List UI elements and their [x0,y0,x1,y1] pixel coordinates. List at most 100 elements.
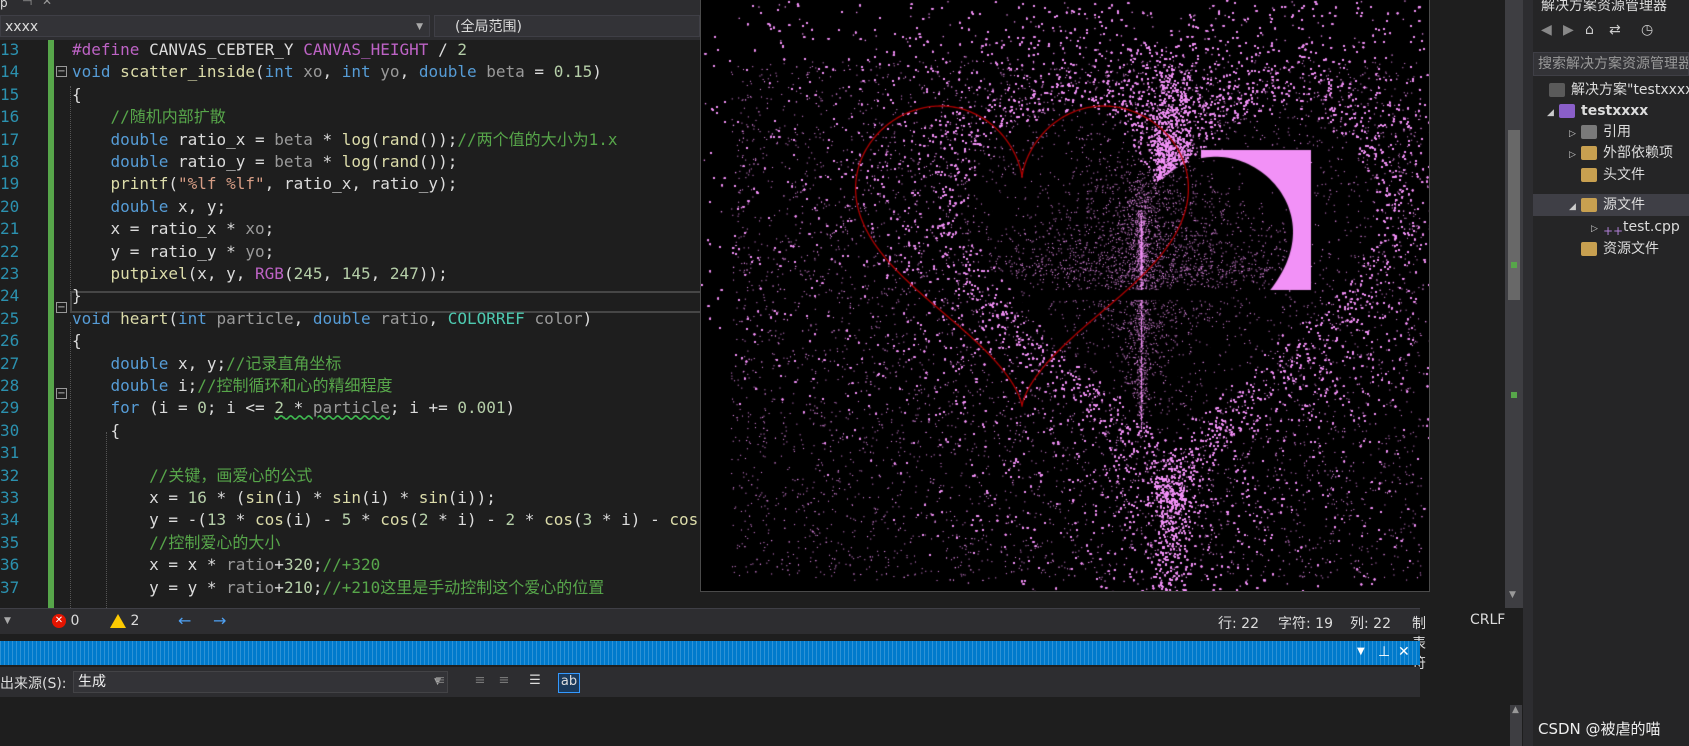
tree-label: 资源文件 [1603,241,1659,257]
editor-vertical-scrollbar[interactable]: ▼ [1505,0,1523,608]
folder-icon [1581,168,1597,182]
scope-dropdown[interactable]: (全局范围) [434,15,700,37]
navigate-forward-icon[interactable]: → [213,611,226,630]
output-scrollbar[interactable]: ▲ [1510,705,1522,746]
code-line[interactable]: //关键，画爱心的公式 [72,464,312,487]
tree-header-files[interactable]: 头文件 [1581,164,1645,186]
code-line[interactable]: //控制爱心的大小 [72,531,280,554]
clear-all-icon[interactable]: ☰ [525,673,545,691]
pin-panel-icon[interactable]: ⊥ [1378,644,1390,660]
project-dropdown[interactable]: xxxx ▼ [0,15,430,37]
expand-icon[interactable]: ▷ [1569,144,1581,166]
code-line[interactable]: y = y * ratio+210;//+210这里是手动控制这个爱心的位置 [72,576,604,599]
scroll-up-icon[interactable]: ▲ [1512,705,1519,715]
folder-icon [1581,242,1597,256]
collapse-icon[interactable]: ◢ [1569,196,1581,218]
code-line[interactable]: double ratio_y = beta * log(rand()); [72,150,458,173]
code-line[interactable]: double ratio_x = beta * log(rand());//两个… [72,128,618,151]
solution-search-input[interactable]: 搜索解决方案资源管理器 [1533,52,1689,76]
tree-label: 源文件 [1603,197,1645,213]
warning-count-value: 2 [130,613,140,629]
line-number: 27 [0,353,20,373]
change-tracking-bar [48,40,54,608]
code-line[interactable]: { [72,419,121,442]
code-line[interactable]: { [72,329,82,352]
solution-explorer-title: 解决方案资源管理器 [1541,0,1667,14]
tree-label: 外部依赖项 [1603,145,1673,161]
code-line[interactable]: putpixel(x, y, RGB(245, 145, 247)); [72,262,448,285]
editor-status-row: ▼ ✕ 0 2 ← → 行: 22 字符: 19 列: 22 制表符 [0,608,1426,672]
line-number: 24 [0,286,20,306]
scroll-down-icon[interactable]: ▼ [1509,590,1516,600]
tree-label: 引用 [1603,124,1631,140]
fold-toggle-icon[interactable]: − [56,66,67,77]
close-tab-icon[interactable]: ✕ [42,0,52,8]
previous-message-icon[interactable]: ≡ [470,673,490,691]
tree-source-files[interactable]: ◢ 源文件 [1569,194,1645,216]
code-line[interactable]: y = -(13 * cos(i) - 5 * cos(2 * i) - 2 *… [72,508,700,531]
code-line[interactable]: } [72,284,82,307]
output-source-value: 生成 [78,674,106,690]
panel-dropdown-icon[interactable]: ▼ [1357,646,1365,657]
graphics-output-window [700,0,1430,592]
line-number: 29 [0,398,20,418]
fold-toggle-icon[interactable]: − [56,388,67,399]
scrollbar-thumb[interactable] [1508,130,1520,300]
tree-references[interactable]: ▷ 引用 [1569,121,1631,143]
expand-icon[interactable]: ▷ [1591,218,1603,240]
code-line[interactable]: #define CANVAS_CEBTER_Y CANVAS_HEIGHT / … [72,40,467,61]
code-line[interactable]: { [72,83,82,106]
line-ending-indicator[interactable]: CRLF [1470,612,1505,628]
tree-solution[interactable]: 解决方案"testxxxx" [1549,79,1689,101]
output-content[interactable] [0,697,1420,746]
code-line[interactable]: void scatter_inside(int xo, int yo, doub… [72,60,602,83]
tree-project[interactable]: ◢ testxxxx [1547,100,1648,122]
line-number: 33 [0,488,20,507]
code-editor[interactable]: − − − 13 #define CANVAS_CEBTER_Y CANVAS_H… [0,40,700,608]
code-line[interactable]: printf("%lf %lf", ratio_x, ratio_y); [72,172,458,195]
document-tab[interactable]: p [0,0,8,10]
code-line[interactable]: x = x * ratio+320;//+320 [72,553,380,576]
back-icon[interactable]: ◀ [1541,22,1552,38]
line-number: 17 [0,129,20,149]
line-number: 25 [0,308,20,328]
code-line[interactable]: x = 16 * (sin(i) * sin(i) * sin(i)); [72,486,496,509]
fold-toggle-icon[interactable]: − [56,302,67,313]
close-panel-icon[interactable]: ✕ [1398,644,1410,660]
sync-icon[interactable]: ⇄ [1609,22,1621,38]
line-number: 18 [0,152,20,171]
output-source-select[interactable]: 生成 ▼ [73,671,448,693]
home-icon[interactable]: ⌂ [1585,22,1594,38]
code-line[interactable]: double x, y;//记录直角坐标 [72,352,342,375]
history-icon[interactable]: ◷ [1641,22,1653,38]
navigate-back-icon[interactable]: ← [178,611,191,630]
column-indicator: 列: 22 [1350,616,1391,632]
code-line[interactable]: void heart(int particle, double ratio, C… [72,307,592,330]
pin-icon[interactable]: ⊣ [22,0,32,8]
error-count[interactable]: ✕ 0 [52,613,79,629]
navigation-bar: xxxx ▼ (全局范围) [0,12,700,41]
next-message-icon[interactable]: ≡ [494,673,514,691]
warning-count[interactable]: 2 [110,613,139,629]
output-toolbar: 出来源(S): 生成 ▼ ≡ ≡ ≡ ☰ ab [0,667,1420,697]
tree-resource-files[interactable]: 资源文件 [1581,238,1659,260]
tree-external-deps[interactable]: ▷ 外部依赖项 [1569,142,1673,164]
tree-test-cpp[interactable]: ▷ ++test.cpp [1591,216,1680,238]
panel-splitter[interactable] [1523,0,1533,746]
find-message-icon[interactable]: ≡ [430,673,450,691]
code-line[interactable]: //随机内部扩散 [72,105,226,128]
zoom-dropdown-icon[interactable]: ▼ [4,616,11,626]
line-number: 16 [0,107,20,127]
document-tab-strip: p ⊣ ✕ [0,0,700,12]
line-number: 36 [0,555,20,575]
line-number: 23 [0,264,20,283]
code-line[interactable]: double x, y; [72,195,227,218]
code-line[interactable]: for (i = 0; i <= 2 * particle; i += 0.00… [72,396,516,419]
collapse-icon[interactable]: ◢ [1547,102,1559,124]
forward-icon[interactable]: ▶ [1563,22,1574,38]
code-line[interactable]: x = ratio_x * xo; [72,217,275,240]
heart-particle-canvas [701,0,1429,591]
code-line[interactable]: double i;//控制循环和心的精细程度 [72,374,393,397]
word-wrap-icon[interactable]: ab [558,673,580,693]
code-line[interactable]: y = ratio_y * yo; [72,240,275,263]
